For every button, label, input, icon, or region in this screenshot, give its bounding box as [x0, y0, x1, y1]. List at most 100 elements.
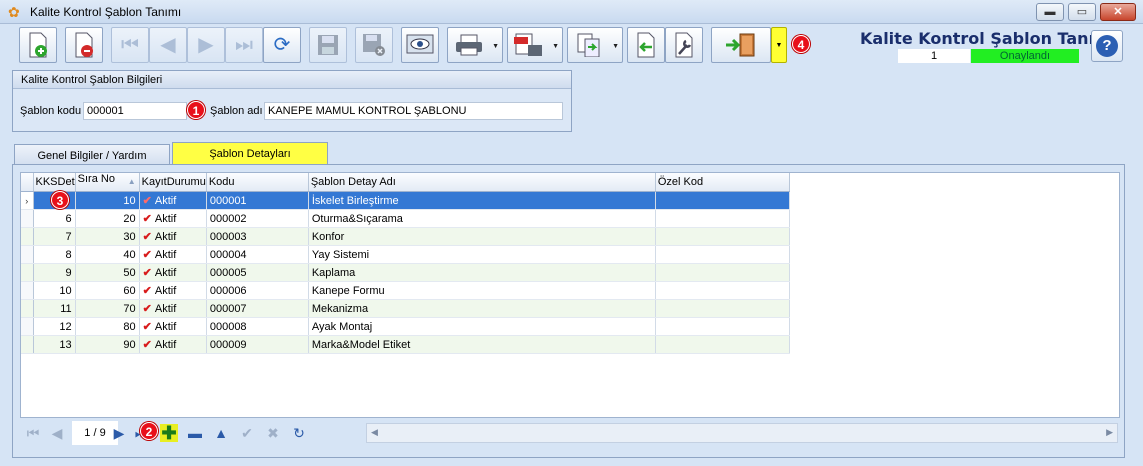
cell-id[interactable]: 13 — [33, 335, 76, 354]
cell-durum[interactable]: ✔ Aktif — [139, 281, 207, 300]
tab-general-info[interactable]: Genel Bilgiler / Yardım — [14, 144, 170, 164]
nav-add-icon[interactable]: ✚ — [160, 424, 178, 442]
import-button[interactable] — [627, 27, 665, 63]
template-code-field[interactable]: 000001 — [83, 102, 187, 120]
delete-record-button[interactable] — [65, 27, 103, 63]
column-header-kksdet[interactable]: KKSDet — [33, 173, 76, 192]
export-button[interactable]: ▼ — [567, 27, 623, 63]
cancel-save-button[interactable] — [355, 27, 393, 63]
cell-ad[interactable]: Oturma&Sıçarama — [308, 209, 656, 228]
nav-first-icon[interactable]: ⏮ — [24, 424, 42, 442]
cell-kodu[interactable]: 000008 — [206, 317, 309, 336]
nav-previous-icon[interactable]: ◀ — [48, 424, 66, 442]
cell-durum[interactable]: ✔ Aktif — [139, 317, 207, 336]
last-record-button[interactable]: ⏭ — [225, 27, 263, 63]
new-record-button[interactable] — [19, 27, 57, 63]
table-row[interactable]: 7 30 ✔ Aktif 000003 Konfor — [21, 227, 790, 246]
cell-kodu[interactable]: 000003 — [206, 227, 309, 246]
table-row[interactable]: 8 40 ✔ Aktif 000004 Yay Sistemi — [21, 245, 790, 264]
cell-ad[interactable]: Kaplama — [308, 263, 656, 282]
cell-sira[interactable]: 30 — [75, 227, 140, 246]
cell-sira[interactable]: 60 — [75, 281, 140, 300]
cell-ozel[interactable] — [655, 191, 790, 210]
print-button[interactable]: ▼ — [447, 27, 503, 63]
tab-template-details[interactable]: Şablon Detayları — [172, 142, 328, 164]
table-row[interactable]: 12 80 ✔ Aktif 000008 Ayak Montaj — [21, 317, 790, 336]
cell-ad[interactable]: Kanepe Formu — [308, 281, 656, 300]
cell-id[interactable]: 10 — [33, 281, 76, 300]
cell-durum[interactable]: ✔ Aktif — [139, 299, 207, 318]
exit-dropdown-button[interactable]: ▼ — [771, 27, 787, 63]
cell-id[interactable]: 7 — [33, 227, 76, 246]
cell-ozel[interactable] — [655, 227, 790, 246]
column-header-sira-no[interactable]: Sıra No ▲ — [75, 173, 140, 192]
cell-sira[interactable]: 20 — [75, 209, 140, 228]
cell-kodu[interactable]: 000005 — [206, 263, 309, 282]
cell-id[interactable]: 12 — [33, 317, 76, 336]
cell-sira[interactable]: 50 — [75, 263, 140, 282]
cell-kodu[interactable]: 000006 — [206, 281, 309, 300]
close-button[interactable]: ✕ — [1100, 3, 1136, 21]
nav-edit-icon[interactable]: ▲ — [212, 424, 230, 442]
cell-ad[interactable]: İskelet Birleştirme — [308, 191, 656, 210]
table-row[interactable]: 6 20 ✔ Aktif 000002 Oturma&Sıçarama — [21, 209, 790, 228]
table-row[interactable]: 13 90 ✔ Aktif 000009 Marka&Model Etiket — [21, 335, 790, 354]
nav-post-icon[interactable]: ✔ — [238, 424, 256, 442]
cell-kodu[interactable]: 000007 — [206, 299, 309, 318]
cell-id[interactable]: 11 — [33, 299, 76, 318]
cell-ozel[interactable] — [655, 245, 790, 264]
column-header-kodu[interactable]: Kodu — [206, 173, 309, 192]
cell-sira[interactable]: 90 — [75, 335, 140, 354]
horizontal-scrollbar[interactable]: ◀ ▶ — [366, 423, 1118, 443]
cell-kodu[interactable]: 000009 — [206, 335, 309, 354]
nav-next-icon[interactable]: ▶ — [110, 424, 128, 442]
cell-durum[interactable]: ✔ Aktif — [139, 335, 207, 354]
cell-durum[interactable]: ✔ Aktif — [139, 191, 207, 210]
nav-refresh-icon[interactable]: ↻ — [290, 424, 308, 442]
previous-record-button[interactable]: ◀ — [149, 27, 187, 63]
maximize-button[interactable]: ▭ — [1068, 3, 1096, 21]
column-header-kayit-durumu[interactable]: KayıtDurumu — [139, 173, 207, 192]
table-row[interactable]: 9 50 ✔ Aktif 000005 Kaplama — [21, 263, 790, 282]
cell-kodu[interactable]: 000001 — [206, 191, 309, 210]
template-name-field[interactable]: KANEPE MAMUL KONTROL ŞABLONU — [264, 102, 563, 120]
cell-ad[interactable]: Konfor — [308, 227, 656, 246]
cell-durum[interactable]: ✔ Aktif — [139, 209, 207, 228]
table-row[interactable]: 10 60 ✔ Aktif 000006 Kanepe Formu — [21, 281, 790, 300]
exit-button[interactable] — [711, 27, 771, 63]
cell-kodu[interactable]: 000004 — [206, 245, 309, 264]
cell-durum[interactable]: ✔ Aktif — [139, 227, 207, 246]
cell-ad[interactable]: Ayak Montaj — [308, 317, 656, 336]
column-header-detay-adi[interactable]: Şablon Detay Adı — [308, 173, 656, 192]
cell-ozel[interactable] — [655, 335, 790, 354]
cell-kodu[interactable]: 000002 — [206, 209, 309, 228]
cell-sira[interactable]: 70 — [75, 299, 140, 318]
preview-button[interactable] — [401, 27, 439, 63]
next-record-button[interactable]: ▶ — [187, 27, 225, 63]
save-button[interactable] — [309, 27, 347, 63]
cell-durum[interactable]: ✔ Aktif — [139, 263, 207, 282]
cell-ad[interactable]: Yay Sistemi — [308, 245, 656, 264]
cell-ozel[interactable] — [655, 299, 790, 318]
tools-button[interactable] — [665, 27, 703, 63]
help-button[interactable]: ? — [1091, 30, 1123, 62]
first-record-button[interactable]: ⏮ — [111, 27, 149, 63]
cell-id[interactable]: 6 — [33, 209, 76, 228]
scroll-right-icon[interactable]: ▶ — [1106, 427, 1113, 438]
table-row[interactable]: › 10 ✔ Aktif 000001 İskelet Birleştirme — [21, 191, 790, 210]
cell-id[interactable]: 9 — [33, 263, 76, 282]
refresh-button[interactable]: ⟳ — [263, 27, 301, 63]
cell-ozel[interactable] — [655, 263, 790, 282]
table-row[interactable]: 11 70 ✔ Aktif 000007 Mekanizma — [21, 299, 790, 318]
cell-sira[interactable]: 10 — [75, 191, 140, 210]
cell-ozel[interactable] — [655, 317, 790, 336]
cell-id[interactable]: 8 — [33, 245, 76, 264]
column-header-ozel-kod[interactable]: Özel Kod — [655, 173, 790, 192]
cell-ad[interactable]: Mekanizma — [308, 299, 656, 318]
cell-ozel[interactable] — [655, 209, 790, 228]
cell-sira[interactable]: 40 — [75, 245, 140, 264]
scroll-left-icon[interactable]: ◀ — [371, 427, 378, 438]
cell-durum[interactable]: ✔ Aktif — [139, 245, 207, 264]
minimize-button[interactable]: ▬ — [1036, 3, 1064, 21]
nav-cancel-icon[interactable]: ✖ — [264, 424, 282, 442]
